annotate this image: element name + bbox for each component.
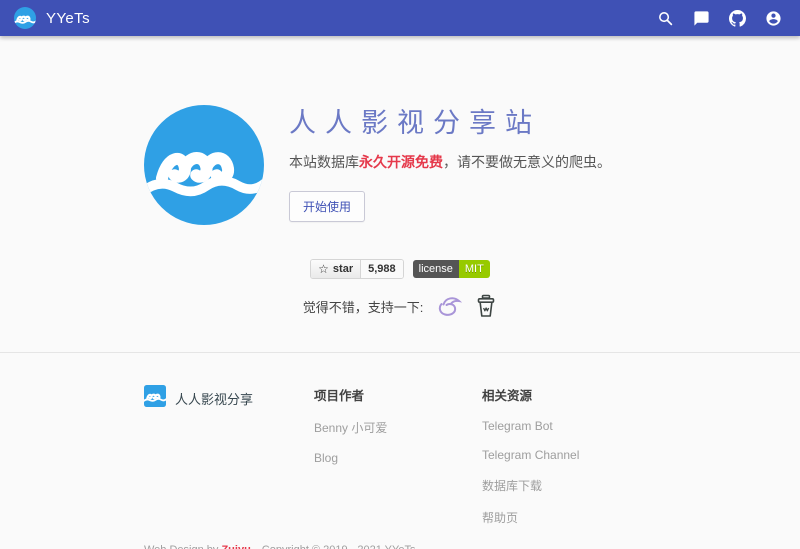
star-badge-label: star [333,264,353,275]
hero: 人人影视分享站 本站数据库永久开源免费，请不要做无意义的爬虫。 开始使用 [144,36,656,225]
page-subtitle: 本站数据库永久开源免费，请不要做无意义的爬虫。 [289,152,611,172]
subtitle-highlight: 永久开源免费 [359,154,443,170]
footer-link-telegram-channel[interactable]: Telegram Channel [482,448,650,462]
footer-brand: 人人影视分享 [144,385,314,526]
license-badge[interactable]: license MIT [413,260,490,278]
main-section: 人人影视分享站 本站数据库永久开源免费，请不要做无意义的爬虫。 开始使用 ☆ st… [0,36,800,352]
search-icon [657,10,674,27]
copyright: Web Design by Zuiyu，Copyright © 2019 - 2… [144,541,656,549]
site-logo-icon [144,105,264,225]
chat-icon [693,10,710,27]
footer-link-telegram-bot[interactable]: Telegram Bot [482,419,650,433]
copyright-prefix: Web Design by [144,544,221,549]
subtitle-prefix: 本站数据库 [289,154,359,170]
footer-link-benny[interactable]: Benny 小可爱 [314,419,482,436]
support-text: 觉得不错，支持一下: [303,297,424,316]
designer-link[interactable]: Zuiyu [221,544,250,549]
navbar: YYeTs [0,0,800,36]
buy-coffee-link[interactable] [475,294,497,318]
star-count: 5,988 [361,260,403,278]
get-started-button[interactable]: 开始使用 [289,191,365,222]
brand-title[interactable]: YYeTs [46,10,90,27]
footer-logo-icon [144,385,166,407]
donate-afdian-link[interactable] [436,294,462,318]
footer-column-title: 相关资源 [482,385,650,404]
coffee-cup-icon [475,294,497,318]
footer: 人人影视分享 项目作者 Benny 小可爱 Blog 相关资源 Telegram… [0,352,800,549]
subtitle-suffix: ，请不要做无意义的爬虫。 [443,154,611,170]
account-icon [765,10,782,27]
star-icon: ☆ [318,263,329,275]
page-title: 人人影视分享站 [289,108,611,139]
footer-column-resources: 相关资源 Telegram Bot Telegram Channel 数据库下载… [482,385,650,526]
badges-row: ☆ star 5,988 license MIT [0,259,800,279]
license-badge-value: MIT [459,260,490,278]
search-button[interactable] [652,5,678,31]
bunny-icon [436,294,462,318]
footer-link-help-page[interactable]: 帮助页 [482,509,650,526]
messages-button[interactable] [688,5,714,31]
account-button[interactable] [760,5,786,31]
footer-column-title: 项目作者 [314,385,482,404]
footer-link-database-download[interactable]: 数据库下载 [482,477,650,494]
footer-link-blog[interactable]: Blog [314,451,482,465]
yyets-homepage: YYeTs [0,0,800,549]
license-badge-label: license [413,260,459,278]
github-button[interactable] [724,5,750,31]
footer-brand-name: 人人影视分享 [175,389,253,408]
support-row: 觉得不错，支持一下: [0,294,800,318]
brand-logo-icon[interactable] [14,7,36,29]
navbar-actions [652,5,786,31]
copyright-suffix: ，Copyright © 2019 - 2021 YYeTs [251,544,416,549]
github-icon [729,10,746,27]
github-star-badge[interactable]: ☆ star 5,988 [310,259,403,279]
footer-column-authors: 项目作者 Benny 小可爱 Blog [314,385,482,526]
